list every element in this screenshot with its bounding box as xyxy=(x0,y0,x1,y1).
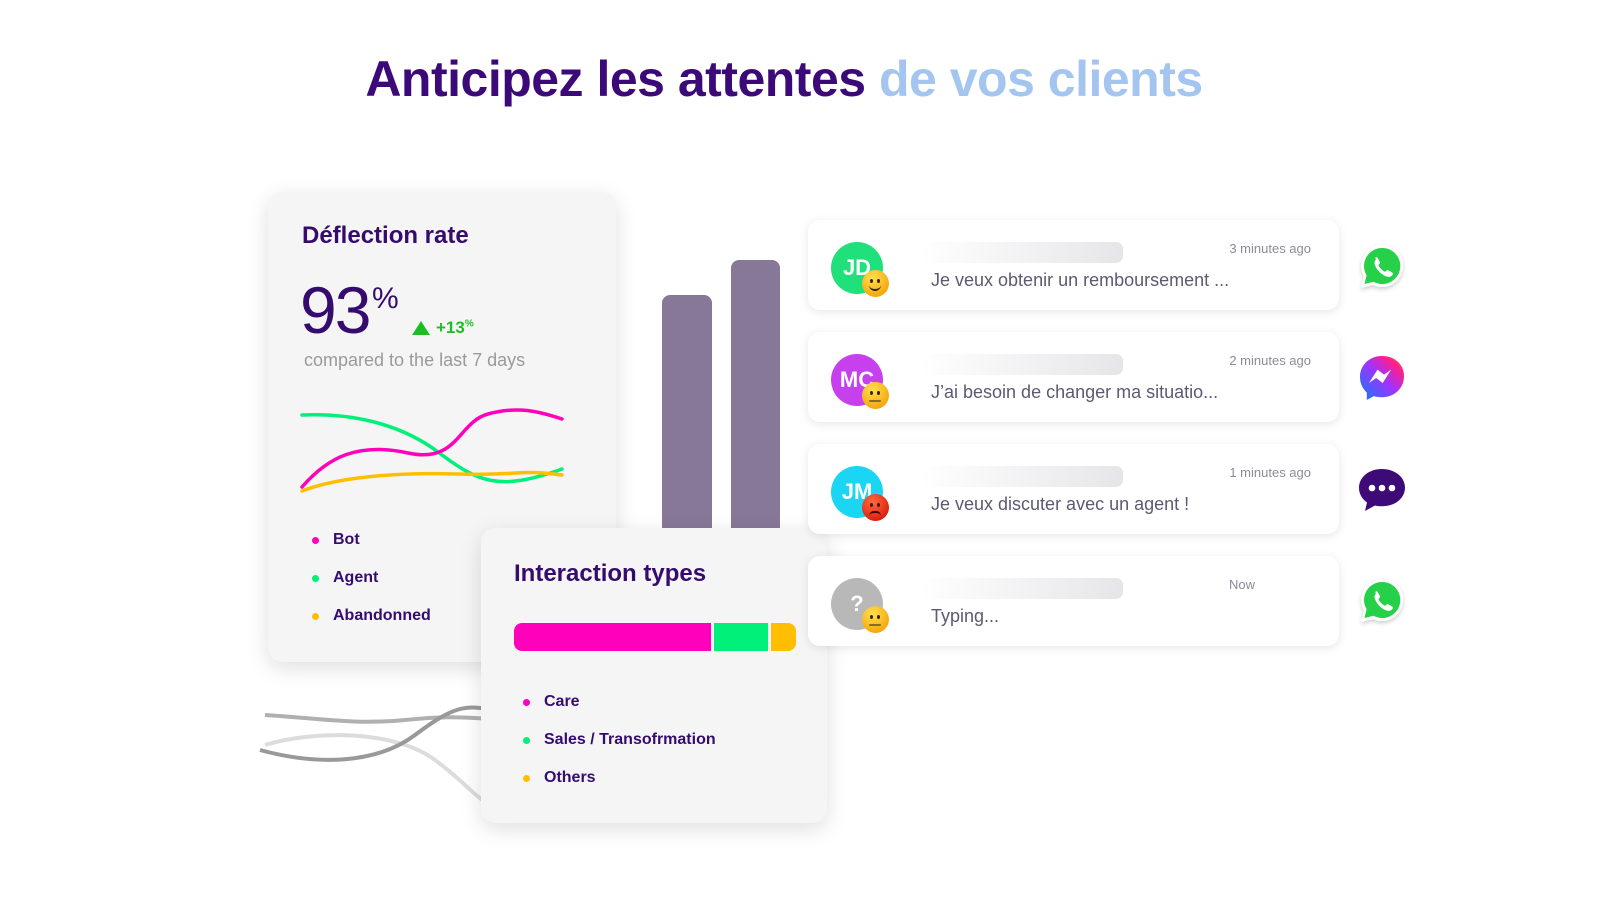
headline: Anticipez les attentes de vos clients xyxy=(0,50,1568,108)
background-bar xyxy=(662,295,712,530)
name-placeholder xyxy=(920,578,1123,599)
deflection-value: 93 xyxy=(300,273,371,347)
angry-face-icon xyxy=(862,494,889,521)
message-preview: Je veux obtenir un remboursement ... xyxy=(931,270,1230,290)
legend-label: Agent xyxy=(333,569,379,586)
whatsapp-icon xyxy=(1354,239,1410,295)
timestamp: 1 minutes ago xyxy=(1229,465,1311,480)
deflection-title: Déflection rate xyxy=(302,222,469,249)
legend-dot xyxy=(312,574,319,582)
name-placeholder xyxy=(920,242,1123,263)
deflection-unit: % xyxy=(372,282,399,315)
message-preview: J’ai besoin de changer ma situatio... xyxy=(931,382,1219,402)
stack-segment xyxy=(714,623,768,651)
timestamp: Now xyxy=(1229,577,1256,592)
delta-unit: % xyxy=(464,318,474,330)
deflection-delta: +13% xyxy=(412,318,474,338)
legend-item-sales: Sales / Transofrmation xyxy=(511,721,716,759)
message-preview: Typing... xyxy=(931,606,1000,626)
neutral-face-icon xyxy=(862,606,889,633)
legend-dot xyxy=(523,698,530,706)
stack-segment xyxy=(514,623,712,651)
deflection-legend: Bot Agent Abandonned xyxy=(300,521,431,635)
neutral-face-icon xyxy=(862,382,889,409)
name-placeholder xyxy=(920,466,1123,487)
headline-dark: Anticipez les attentes xyxy=(365,51,866,107)
interaction-legend: Care Sales / Transofrmation Others xyxy=(511,683,716,797)
stack-segment xyxy=(770,623,796,651)
legend-item-abandoned: Abandonned xyxy=(300,597,431,635)
deflection-subtext: compared to the last 7 days xyxy=(304,350,526,370)
interaction-title: Interaction types xyxy=(514,560,707,587)
deflection-line-chart xyxy=(300,408,564,493)
timestamp: 2 minutes ago xyxy=(1229,353,1311,368)
chat-icon xyxy=(1354,462,1410,518)
legend-label: Care xyxy=(544,693,580,710)
conversation-item[interactable]: ? Typing... Now xyxy=(808,556,1339,646)
interaction-stacked-bar xyxy=(514,623,796,651)
whatsapp-icon xyxy=(1354,573,1410,629)
trend-up-icon xyxy=(412,321,430,335)
conversation-item[interactable]: JM Je veux discuter avec un agent ! 1 minu… xyxy=(808,444,1339,534)
legend-label: Others xyxy=(544,769,596,786)
conversation-item[interactable]: MC J’ai besoin de changer ma situatio... 2… xyxy=(808,332,1339,422)
happy-face-icon xyxy=(862,270,889,297)
legend-dot xyxy=(523,774,530,782)
legend-item-others: Others xyxy=(511,759,716,797)
interaction-types-card: Interaction types Care Sales / Transofrm… xyxy=(481,528,827,823)
message-preview: Je veux discuter avec un agent ! xyxy=(931,494,1190,514)
background-bar xyxy=(731,260,780,530)
legend-dot xyxy=(312,612,319,620)
legend-label: Sales / Transofrmation xyxy=(544,731,716,748)
headline-light: de vos clients xyxy=(878,51,1203,107)
legend-item-agent: Agent xyxy=(300,559,431,597)
conversation-item[interactable]: JD Je veux obtenir un remboursement ... 3 … xyxy=(808,220,1339,310)
legend-label: Abandonned xyxy=(333,607,431,624)
legend-dot xyxy=(523,736,530,744)
legend-dot xyxy=(312,536,319,544)
decorative-lines xyxy=(259,705,495,807)
background-bar-chart xyxy=(600,250,800,530)
messenger-icon xyxy=(1354,350,1410,406)
legend-item-care: Care xyxy=(511,683,716,721)
abandoned-line xyxy=(300,470,564,493)
name-placeholder xyxy=(920,354,1123,375)
legend-label: Bot xyxy=(333,531,360,548)
delta-value: +13 xyxy=(436,318,465,337)
legend-item-bot: Bot xyxy=(300,521,431,559)
timestamp: 3 minutes ago xyxy=(1229,241,1311,256)
